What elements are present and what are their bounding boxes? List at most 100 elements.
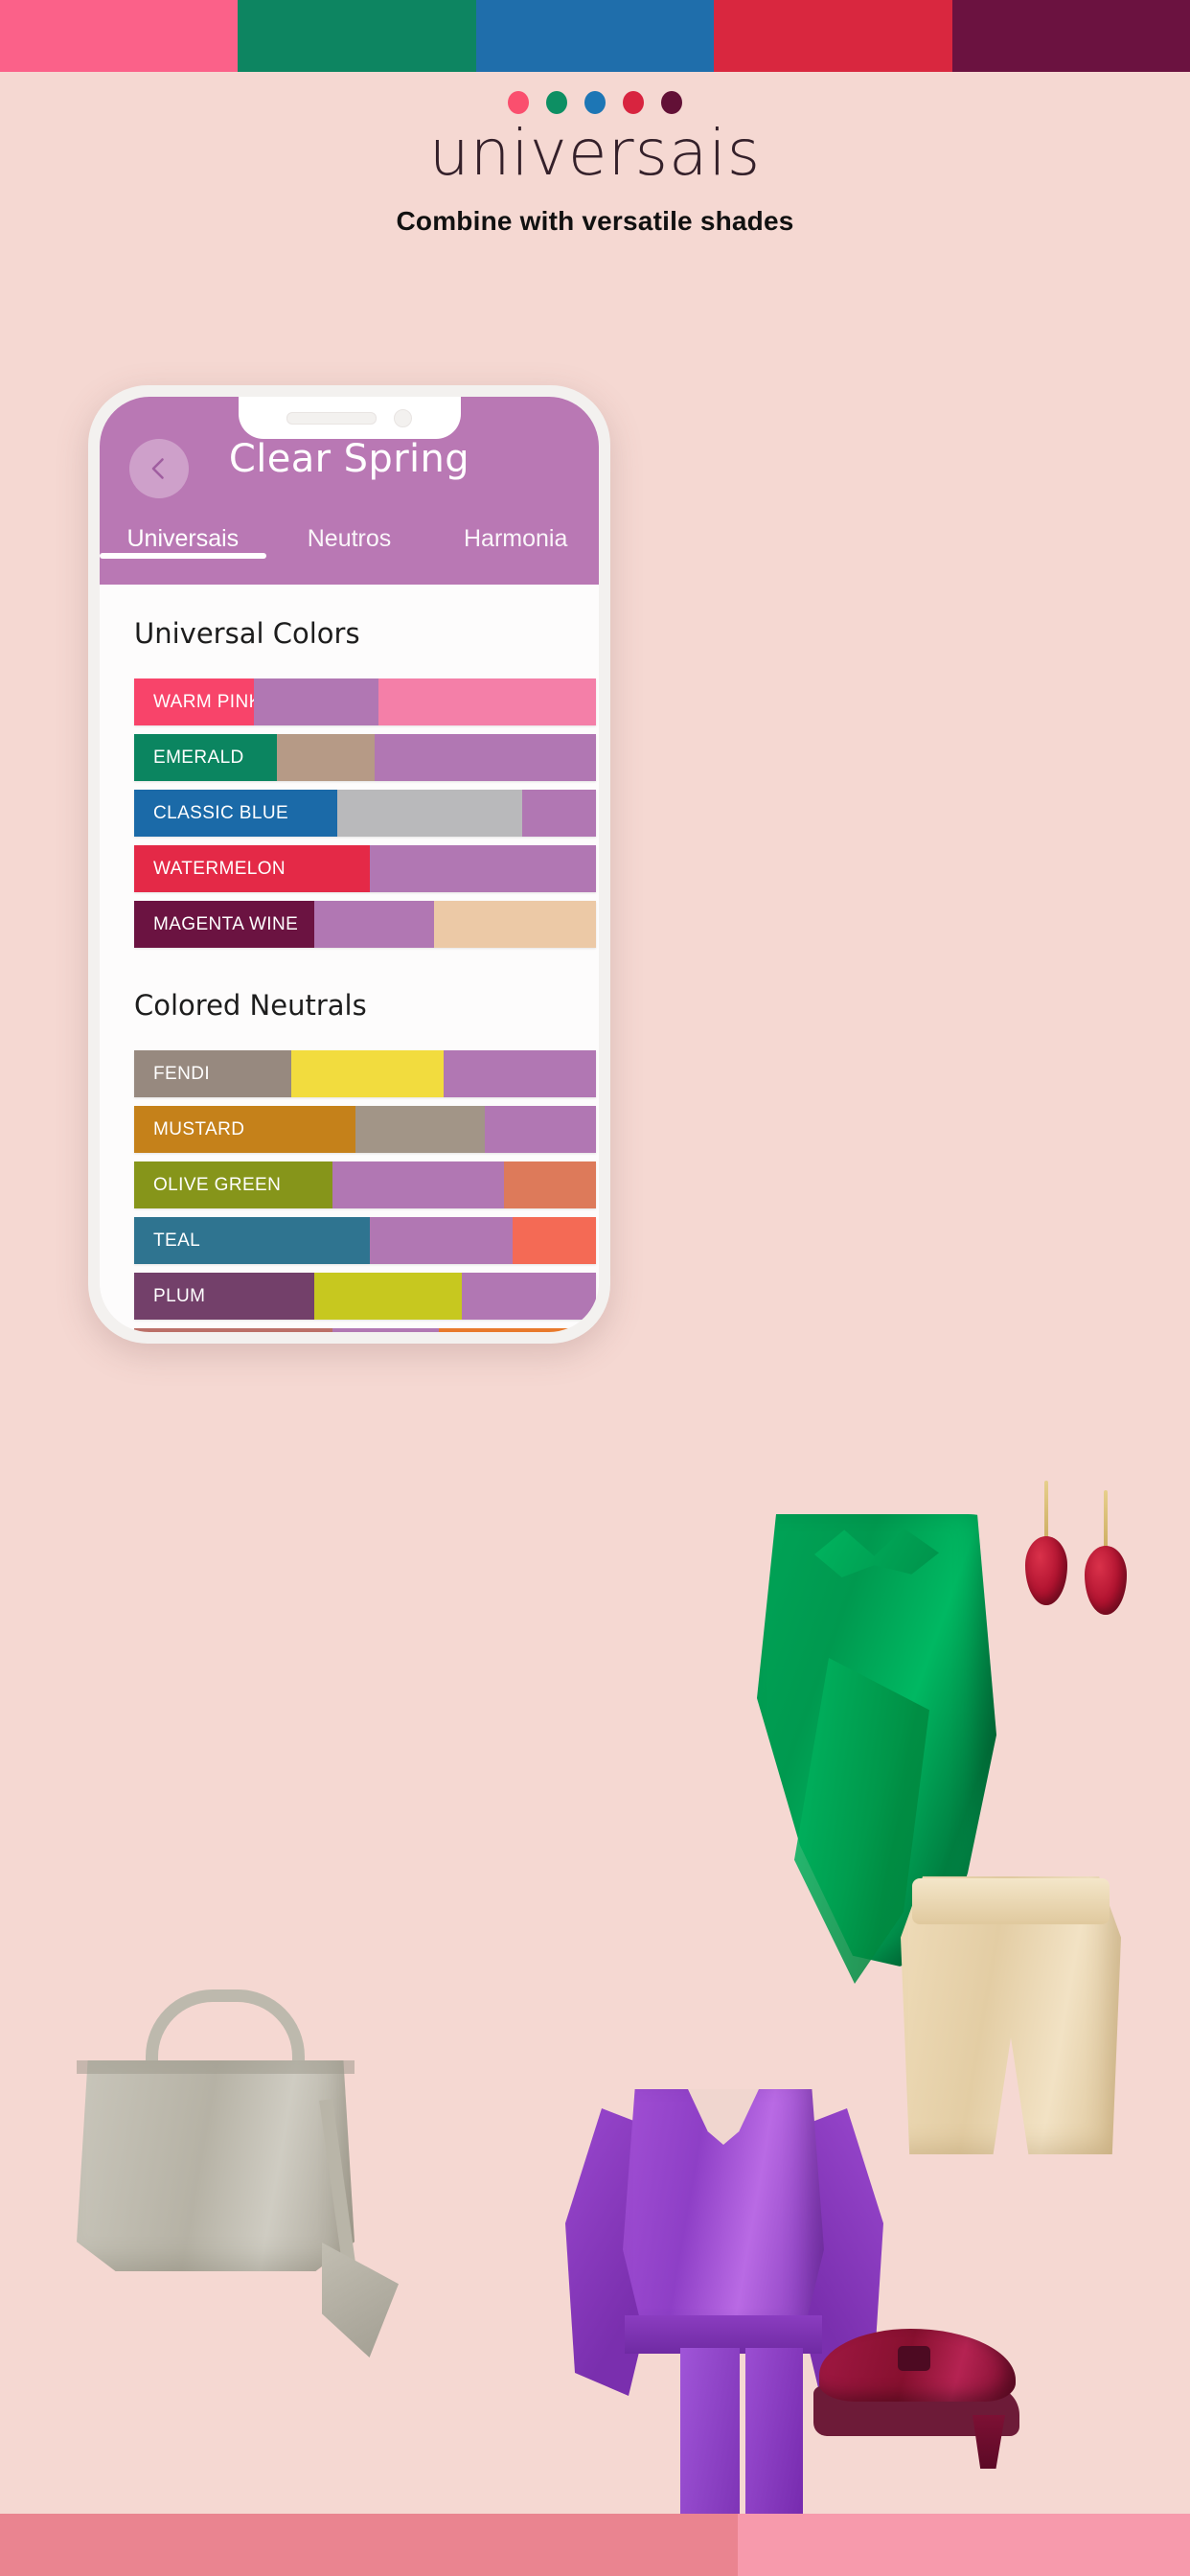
colored-neutrals-list: FENDIMUSTARDOLIVE GREENTEALPLUMROSETERRA… <box>100 1050 599 1332</box>
color-row[interactable]: ROSE <box>134 1328 596 1332</box>
color-row-label: CLASSIC BLUE <box>134 790 338 837</box>
shoe-buckle <box>898 2346 930 2371</box>
earring-drop <box>1025 1536 1067 1605</box>
color-row-swatch-1 <box>332 1162 504 1208</box>
color-row-label: WATERMELON <box>134 845 370 892</box>
earring-left <box>1025 1481 1067 1615</box>
skirt-fold <box>794 1658 929 1984</box>
color-row-label: FENDI <box>134 1050 291 1097</box>
color-row-label: EMERALD <box>134 734 278 781</box>
shoe-sole <box>813 2386 1019 2436</box>
bottom-stripe-block-1 <box>738 2514 1190 2576</box>
blouse-neckline <box>688 2089 759 2145</box>
blouse-sleeve-left <box>565 2108 661 2396</box>
blouse-torso <box>623 2089 824 2348</box>
section-colored-neutrals: Colored Neutrals FENDI MUSTARD OLIVE GREEN… <box>100 956 599 1332</box>
top-stripe-block-2 <box>475 0 715 72</box>
product-beige-shorts <box>901 1876 1121 2174</box>
phone-screen: Clear Spring Universais Neutros Harmonia U… <box>100 397 599 1332</box>
color-row[interactable]: FENDI <box>134 1050 596 1097</box>
color-row-swatch-2 <box>374 734 596 781</box>
brand-dot-0 <box>508 91 529 114</box>
top-stripe-block-4 <box>951 0 1190 72</box>
top-stripe-block-0 <box>0 0 239 72</box>
tab-harmonia[interactable]: Harmonia <box>432 521 599 553</box>
section-universal-colors: Universal Colors WARM PINK EMERALD CLASSIC… <box>100 585 599 948</box>
color-row[interactable]: MUSTARD <box>134 1106 596 1153</box>
bag-flap <box>77 2060 355 2074</box>
color-row-swatch-1 <box>313 901 435 948</box>
bag-corner <box>322 2242 399 2358</box>
bag-handle <box>146 1990 305 2094</box>
product-grey-handbag <box>57 1955 399 2358</box>
color-row-swatch-2 <box>521 790 596 837</box>
product-earrings <box>1025 1481 1131 1615</box>
skirt-body <box>757 1514 996 1974</box>
color-row-swatch-2 <box>513 1217 596 1264</box>
earring-right <box>1085 1490 1127 1624</box>
color-row-label: MUSTARD <box>134 1106 356 1153</box>
top-color-stripe <box>0 0 1190 72</box>
color-row-swatch-2 <box>439 1328 596 1332</box>
color-row-swatch-1 <box>369 845 596 892</box>
color-row-label: OLIVE GREEN <box>134 1162 333 1208</box>
color-row-swatch-1 <box>369 1217 514 1264</box>
product-purple-blouse <box>565 2051 883 2549</box>
brand-block: universais Combine with versatile shades <box>0 72 1190 237</box>
color-row[interactable]: TEAL <box>134 1217 596 1264</box>
brand-dot-2 <box>584 91 606 114</box>
brand-dot-1 <box>546 91 567 114</box>
color-row-swatch-1 <box>290 1050 444 1097</box>
bag-strap <box>319 2099 361 2305</box>
color-row-swatch-1 <box>355 1106 486 1153</box>
color-row-label: WARM PINK <box>134 678 255 725</box>
tab-bar: Universais Neutros Harmonia <box>100 521 599 585</box>
color-row[interactable]: WARM PINK <box>134 678 596 725</box>
color-row-swatch-1 <box>254 678 379 725</box>
brand-dot-row <box>0 91 1190 114</box>
color-row[interactable]: WATERMELON <box>134 845 596 892</box>
brand-dot-3 <box>623 91 644 114</box>
color-row-swatch-1 <box>277 734 375 781</box>
bottom-stripe-block-0 <box>0 2514 739 2576</box>
section-title: Universal Colors <box>134 617 360 650</box>
app-content: Universal Colors WARM PINK EMERALD CLASSIC… <box>100 585 599 1332</box>
earpiece-speaker-icon <box>286 411 377 425</box>
bag-body <box>77 2060 355 2271</box>
brand-tagline: Combine with versatile shades <box>396 206 794 236</box>
color-row-label: ROSE <box>134 1328 333 1332</box>
color-row[interactable]: PLUM <box>134 1273 596 1320</box>
blouse-waistband <box>625 2315 822 2354</box>
shoe-heel <box>973 2415 1005 2469</box>
color-row[interactable]: OLIVE GREEN <box>134 1162 596 1208</box>
top-stripe-block-3 <box>714 0 952 72</box>
phone-frame: Clear Spring Universais Neutros Harmonia U… <box>88 385 610 1344</box>
color-row-swatch-2 <box>434 901 596 948</box>
product-burgundy-shoe <box>810 2300 1030 2472</box>
color-row-label: TEAL <box>134 1217 370 1264</box>
universal-colors-list: WARM PINK EMERALD CLASSIC BLUE WATERMELON MA… <box>100 678 599 948</box>
earring-wire <box>1044 1481 1048 1548</box>
color-row-swatch-1 <box>337 790 522 837</box>
color-row-label: MAGENTA WINE <box>134 901 314 948</box>
brand-dot-4 <box>661 91 682 114</box>
earring-wire <box>1104 1490 1108 1557</box>
page-title: Clear Spring <box>228 437 470 481</box>
color-row-swatch-2 <box>462 1273 596 1320</box>
section-title: Colored Neutrals <box>134 989 367 1022</box>
bottom-color-stripe <box>0 2514 1190 2576</box>
phone-notch <box>238 397 461 439</box>
color-row[interactable]: MAGENTA WINE <box>134 901 596 948</box>
skirt-bow <box>814 1528 939 1577</box>
earring-drop <box>1085 1546 1127 1615</box>
color-row-swatch-1 <box>332 1328 440 1332</box>
brand-logo: universais <box>428 116 762 190</box>
color-row-swatch-2 <box>443 1050 596 1097</box>
tab-neutros[interactable]: Neutros <box>266 521 433 553</box>
product-green-skirt <box>757 1514 996 1993</box>
color-row[interactable]: CLASSIC BLUE <box>134 790 596 837</box>
color-row-swatch-1 <box>313 1273 463 1320</box>
tab-universais[interactable]: Universais <box>100 521 266 559</box>
blouse-sleeve-right <box>788 2108 883 2396</box>
color-row[interactable]: EMERALD <box>134 734 596 781</box>
